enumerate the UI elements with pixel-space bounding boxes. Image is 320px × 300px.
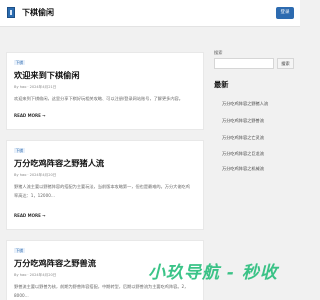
search-button[interactable]: 搜索 <box>277 58 294 69</box>
latest-post-link[interactable]: 万分吃鸡阵容之亡灵流 <box>222 135 264 141</box>
post-date: 2024年4月20日 <box>29 173 57 177</box>
post-author[interactable]: By hao <box>14 85 26 89</box>
post-title[interactable]: 万分吃鸡阵容之野兽流 <box>14 257 96 269</box>
post-date: 2024年4月21日 <box>29 85 57 89</box>
site-header: 下棋偷闲 登录 <box>0 0 300 27</box>
post-tag[interactable]: 下棋 <box>14 248 25 253</box>
post-card: 下棋 欢迎来到下棋偷闲 By hao·2024年4月21日 欢迎来到下棋偷闲，这… <box>6 52 204 130</box>
login-button[interactable]: 登录 <box>276 7 294 19</box>
post-meta: By hao·2024年4月21日 <box>14 85 57 89</box>
watermark-text: 小玖导航 - 秒收 <box>148 263 278 283</box>
post-excerpt: 野兽流主要以野兽为核，前期为野兽阵容搭配，中期转型，后期以野兽流为主要吃鸡阵容。… <box>14 284 189 298</box>
latest-heading: 最新 <box>214 80 229 89</box>
latest-post-link[interactable]: 万分吃鸡阵容之机械流 <box>222 166 264 172</box>
search-input[interactable] <box>214 58 274 69</box>
search-label: 搜索 <box>214 50 223 55</box>
latest-post-link[interactable]: 万分吃鸡阵容之野猪人流 <box>222 101 268 107</box>
read-more-link[interactable]: READ MORE → <box>14 113 46 118</box>
post-card: 下棋 万分吃鸡阵容之野猪人流 By hao·2024年4月20日 野猪人流主要以… <box>6 140 204 230</box>
post-author[interactable]: By hao <box>14 273 26 277</box>
site-logo-icon[interactable] <box>7 7 15 18</box>
post-meta: By hao·2024年4月20日 <box>14 273 57 277</box>
read-more-link[interactable]: READ MORE → <box>14 213 46 218</box>
latest-post-link[interactable]: 万分吃鸡阵容之巨龙流 <box>222 151 264 157</box>
post-excerpt: 野猪人流主要以野猪阵容的搭配为主要玩法，当前版本攻略第一，但也是最难的。万分大佬… <box>14 184 190 198</box>
post-author[interactable]: By hao <box>14 173 26 177</box>
site-title[interactable]: 下棋偷闲 <box>22 7 54 18</box>
post-title[interactable]: 欢迎来到下棋偷闲 <box>14 69 80 81</box>
post-date: 2024年4月20日 <box>29 273 57 277</box>
post-tag[interactable]: 下棋 <box>14 148 25 153</box>
post-title[interactable]: 万分吃鸡阵容之野猪人流 <box>14 157 104 169</box>
post-meta: By hao·2024年4月20日 <box>14 173 57 177</box>
latest-post-link[interactable]: 万分吃鸡阵容之野兽流 <box>222 118 264 124</box>
post-excerpt: 欢迎来到下棋偷闲，这里分享下棋好玩相关攻略、可以注册/登录网站账号，了解更多内容… <box>14 96 183 101</box>
post-tag[interactable]: 下棋 <box>14 60 25 65</box>
